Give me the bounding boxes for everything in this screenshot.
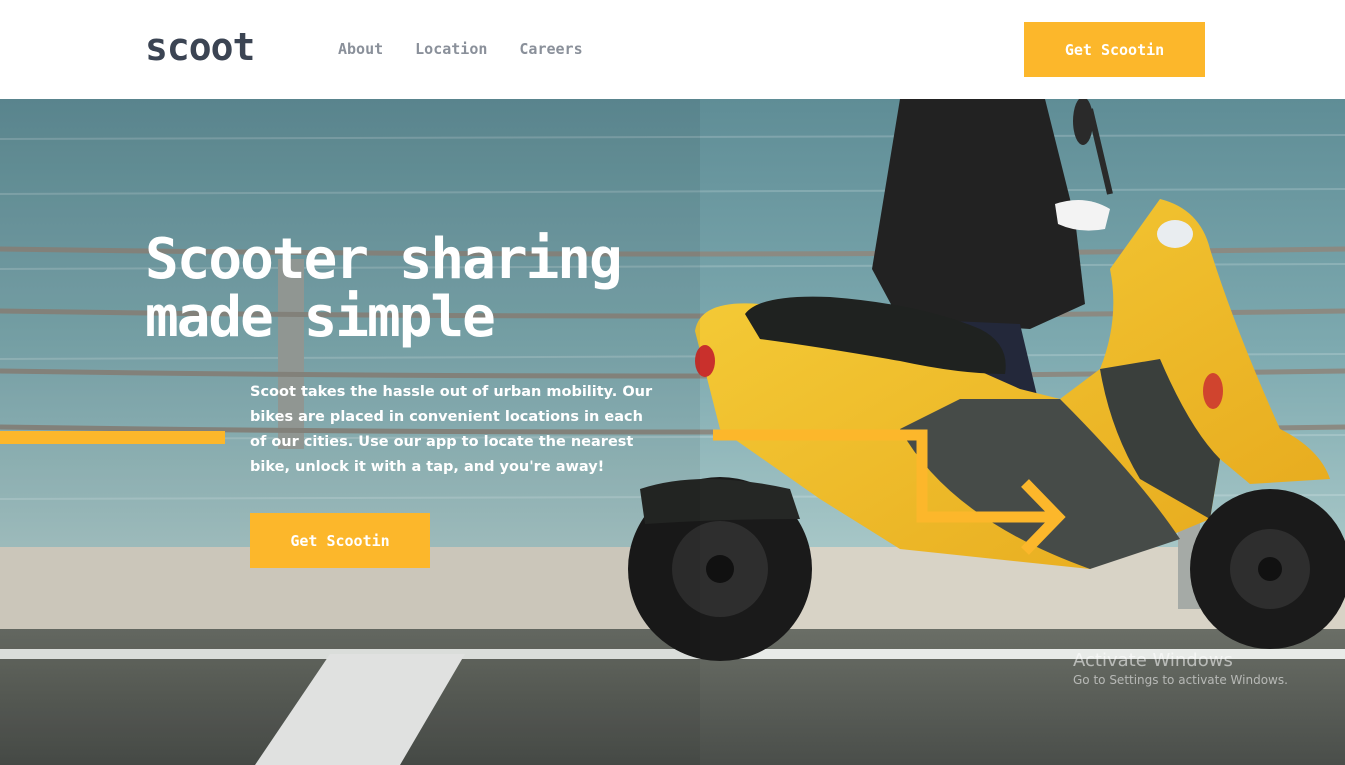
hero-get-scootin-button[interactable]: Get Scootin: [250, 513, 430, 568]
accent-line-decoration: [0, 431, 225, 444]
activate-windows-watermark: Activate Windows Go to Settings to activ…: [1073, 650, 1288, 688]
nav-link-location[interactable]: Location: [415, 38, 487, 60]
header-get-scootin-button[interactable]: Get Scootin: [1024, 22, 1205, 77]
site-header: scoot About Location Careers Get Scootin: [0, 0, 1345, 99]
hero-section: Scooter sharing made simple Scoot takes …: [0, 99, 1345, 765]
arrow-right-icon: [713, 429, 1066, 555]
scoot-logo[interactable]: scoot: [145, 22, 255, 72]
main-nav: About Location Careers: [338, 38, 583, 60]
nav-link-careers[interactable]: Careers: [519, 38, 582, 60]
nav-link-about[interactable]: About: [338, 38, 383, 60]
hero-title-line-2: made simple: [145, 285, 496, 350]
hero-title: Scooter sharing made simple: [145, 231, 705, 347]
hero-title-line-1: Scooter sharing: [145, 227, 623, 292]
watermark-title: Activate Windows: [1073, 650, 1233, 671]
watermark-subtitle: Go to Settings to activate Windows.: [1073, 673, 1288, 687]
hero-description: Scoot takes the hassle out of urban mobi…: [250, 384, 653, 475]
